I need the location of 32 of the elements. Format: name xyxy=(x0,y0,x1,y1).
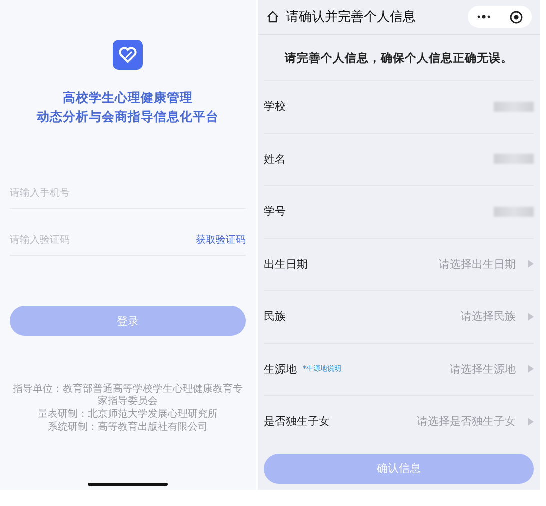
home-icon[interactable] xyxy=(266,10,280,24)
redacted-value xyxy=(494,154,534,164)
field-label: 姓名 xyxy=(264,152,286,167)
notice-text: 请完善个人信息，确保个人信息正确无误。 xyxy=(284,50,514,67)
arrow-right-icon xyxy=(528,312,534,321)
select-field[interactable]: 请选择是否独生子女 xyxy=(417,414,516,430)
credit-text: 量表研制：北京师范大学发展心理研究所 xyxy=(38,409,218,421)
code-field[interactable]: 请输入验证码 xyxy=(10,234,196,246)
field-label: 是否独生子女 xyxy=(264,414,330,430)
more-icon[interactable] xyxy=(477,15,492,19)
app-title: 动态分析与会商指导信息化平台 xyxy=(37,108,219,126)
field-label: 出生日期 xyxy=(264,256,308,272)
app-title: 高校学生心理健康管理 xyxy=(62,89,194,107)
select-field[interactable]: 请选择民族 xyxy=(461,309,516,324)
page-title: 请确认并完善个人信息 xyxy=(286,9,417,26)
credit-text: 系统研制：高等教育出版社有限公司 xyxy=(48,422,208,434)
arrow-right-icon xyxy=(528,260,534,268)
credit-text: 指导单位：教育部普通高等学校学生心理健康教育专家指导委员会 xyxy=(12,384,244,408)
close-target-icon[interactable] xyxy=(510,10,523,24)
phone-field[interactable]: 请输入手机号 xyxy=(10,188,246,198)
select-field[interactable]: 请选择生源地 xyxy=(450,362,516,377)
redacted-value xyxy=(494,206,534,217)
field-label: 民族 xyxy=(264,309,286,324)
arrow-right-icon xyxy=(528,418,534,426)
field-label: 生源地 xyxy=(264,362,297,377)
get-code-link[interactable]: 获取验证码 xyxy=(196,233,246,247)
field-label: 学号 xyxy=(264,204,286,220)
field-label: 学校 xyxy=(264,99,286,114)
select-field[interactable]: 请选择出生日期 xyxy=(439,256,516,272)
heart-logo-icon xyxy=(113,40,143,70)
arrow-right-icon xyxy=(528,365,534,374)
redacted-value xyxy=(494,102,534,112)
